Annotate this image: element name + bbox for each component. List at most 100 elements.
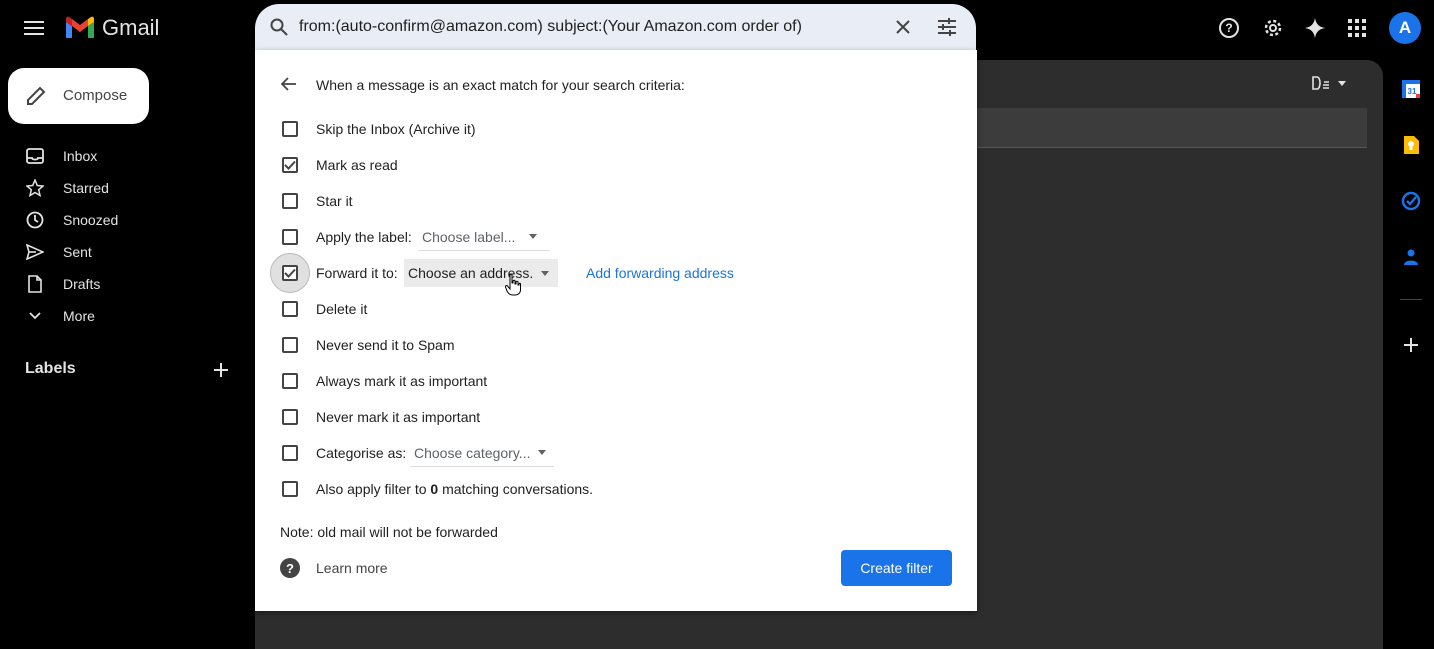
checkmark-icon [284,268,296,278]
option-label: Delete it [316,301,368,317]
add-label-icon[interactable] [208,357,234,383]
account-avatar[interactable]: A [1389,12,1421,44]
forward-checkbox[interactable] [282,265,298,281]
sidebar-item-sent[interactable]: Sent [0,236,255,268]
categorise-checkbox[interactable] [282,445,298,461]
filter-option-star: Star it [277,189,957,213]
help-icon[interactable]: ? [1211,10,1247,46]
filter-option-delete: Delete it [277,297,957,321]
main-menu-button[interactable] [16,10,52,46]
star-it-checkbox[interactable] [282,193,298,209]
chevron-down-icon [25,306,45,326]
sidebar-item-label: Drafts [63,276,101,292]
filter-option-apply-label: Apply the label: Choose label... [277,223,957,251]
contacts-icon[interactable] [1400,246,1422,268]
apps-grid-icon[interactable] [1339,10,1375,46]
sidebar-item-more[interactable]: More [0,300,255,332]
app-name: Gmail [102,15,160,40]
filter-option-never-spam: Never send it to Spam [277,333,957,357]
create-filter-button[interactable]: Create filter [841,550,952,586]
sidebar-item-label: Snoozed [63,212,119,228]
search-bar [255,4,976,50]
skip-inbox-checkbox[interactable] [282,121,298,137]
calendar-icon[interactable]: 31 [1400,78,1422,100]
option-label: Apply the label: [316,229,412,245]
settings-gear-icon[interactable] [1255,10,1291,46]
pencil-icon [27,86,46,105]
filter-option-categorise: Categorise as: Choose category... [277,439,957,467]
clear-search-icon[interactable] [887,11,919,43]
svg-text:?: ? [1225,21,1232,35]
option-label: Always mark it as important [316,373,488,389]
top-bar: Gmail ? A [0,0,1434,56]
help-circle-icon: ? [280,558,300,578]
compose-button[interactable]: Compose [8,68,149,124]
filter-option-forward: Forward it to: Choose an address. Add fo… [270,253,957,293]
dropdown-value: Choose label... [422,228,516,245]
sidebar-item-label: Inbox [63,148,98,164]
draft-icon [25,274,45,294]
hand-cursor-icon [505,274,521,296]
get-addons-icon[interactable] [1400,334,1422,356]
mark-read-checkbox[interactable] [282,157,298,173]
always-important-checkbox[interactable] [282,373,298,389]
checkmark-icon [284,160,296,170]
search-input[interactable] [299,4,879,50]
delete-it-checkbox[interactable] [282,301,298,317]
option-label: Skip the Inbox (Archive it) [316,121,476,137]
filter-option-never-important: Never mark it as important [277,405,957,429]
apply-label-checkbox[interactable] [282,229,298,245]
sidebar-item-label: Sent [63,244,92,260]
choose-address-dropdown[interactable]: Choose an address. [404,259,558,287]
sidebar-item-label: More [63,308,95,324]
never-spam-checkbox[interactable] [282,337,298,353]
sidebar-item-label: Starred [63,180,109,196]
sidebar-item-snoozed[interactable]: Snoozed [0,204,255,236]
learn-more-link[interactable]: Learn more [316,560,388,576]
filter-option-apply-existing: Also apply filter to 0 matching conversa… [277,477,957,501]
caret-down-icon [1338,80,1346,86]
clock-icon [25,210,45,230]
compose-label: Compose [63,87,128,104]
display-density-button[interactable] [1312,76,1346,90]
tasks-icon[interactable] [1400,190,1422,212]
filter-option-skip-inbox: Skip the Inbox (Archive it) [277,117,957,141]
caret-down-icon [541,270,550,276]
option-label: Star it [316,193,353,209]
filter-panel-title: When a message is an exact match for you… [316,77,685,93]
gmail-logo[interactable]: Gmail [64,15,159,41]
choose-category-dropdown[interactable]: Choose category... [410,439,554,467]
add-forwarding-address-link[interactable]: Add forwarding address [586,265,734,281]
sidebar-item-inbox[interactable]: Inbox [0,140,255,172]
rail-divider [1400,299,1422,300]
labels-heading: Labels [25,360,76,377]
never-important-checkbox[interactable] [282,409,298,425]
gemini-sparkle-icon[interactable] [1297,10,1333,46]
dropdown-value: Choose category... [414,444,531,461]
search-options-icon[interactable] [931,11,963,43]
option-label: Never send it to Spam [316,337,455,353]
keep-icon[interactable] [1400,134,1422,156]
send-icon [25,242,45,262]
choose-label-dropdown[interactable]: Choose label... [418,223,550,251]
search-icon[interactable] [265,13,293,41]
option-label: Forward it to: [316,265,398,281]
sidebar-item-drafts[interactable]: Drafts [0,268,255,300]
apply-existing-checkbox[interactable] [282,481,298,497]
option-label: Never mark it as important [316,409,481,425]
density-icon [1312,76,1329,90]
star-icon [25,178,45,198]
option-label: Mark as read [316,157,398,173]
filter-option-mark-read: Mark as read [277,153,957,177]
option-label: Categorise as: [316,445,407,461]
inbox-icon [25,146,45,166]
forwarding-note: Note: old mail will not be forwarded [280,524,498,540]
caret-down-icon [529,234,538,239]
hamburger-icon [24,21,44,35]
back-arrow-icon[interactable] [277,72,301,96]
filter-option-always-important: Always mark it as important [277,369,957,393]
caret-down-icon [538,450,547,455]
sidebar-item-starred[interactable]: Starred [0,172,255,204]
create-filter-panel: When a message is an exact match for you… [255,50,977,611]
svg-text:31: 31 [1408,87,1417,96]
